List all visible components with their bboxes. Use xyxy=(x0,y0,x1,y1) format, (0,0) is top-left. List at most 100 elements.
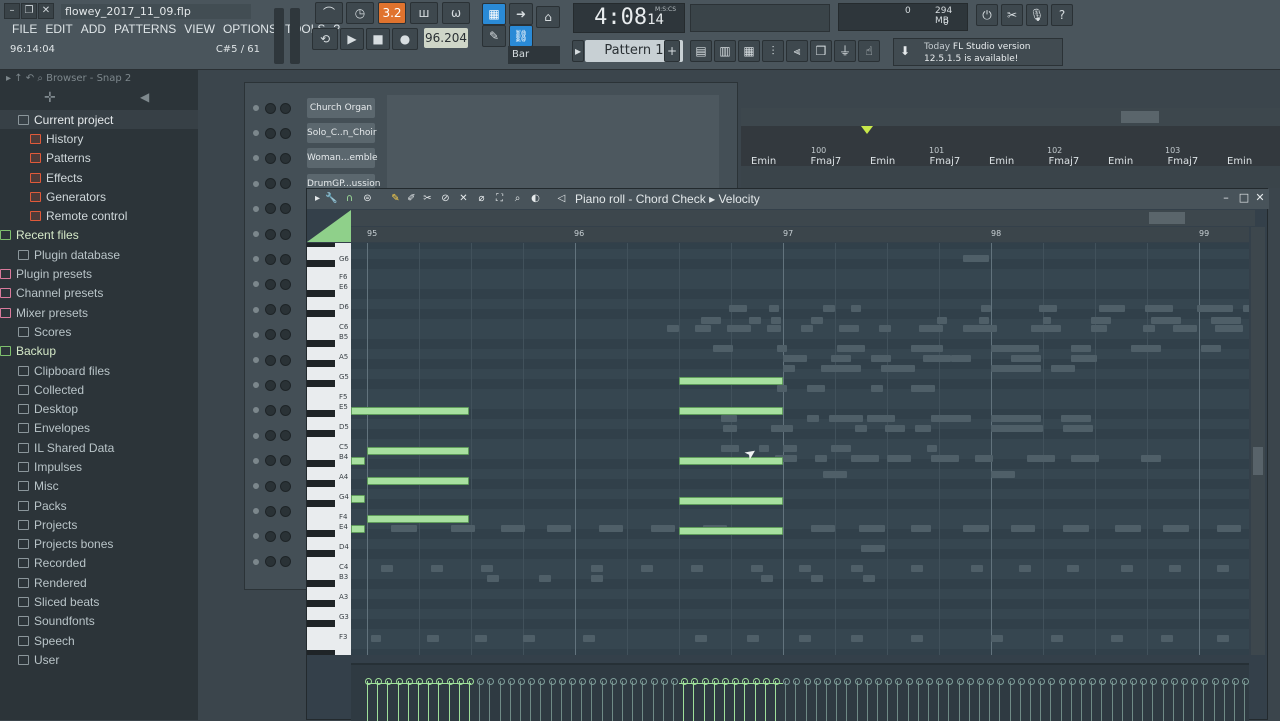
note[interactable] xyxy=(351,525,365,533)
velocity-handle[interactable] xyxy=(538,678,546,721)
piano-roll-titlebar[interactable]: ▸ 🔧 ∩ ⊜ ✎ ✐ ✂ ⊘ ✕ ⌀ ⛶ ⌕ ◐ ◁ Piano roll -… xyxy=(307,189,1269,209)
channel-led[interactable] xyxy=(253,306,259,313)
channel-led[interactable] xyxy=(253,130,259,137)
velocity-handle[interactable] xyxy=(1201,678,1209,721)
browser-item-rendered[interactable]: Rendered xyxy=(0,573,198,592)
velocity-handle[interactable] xyxy=(528,678,536,721)
channel-volume-knob[interactable] xyxy=(280,329,291,341)
channel-led[interactable] xyxy=(253,105,259,111)
metronome-button[interactable]: ⌒ xyxy=(315,2,343,24)
channel-led[interactable] xyxy=(253,483,259,489)
channel-pan-knob[interactable] xyxy=(265,505,276,517)
channel-led[interactable] xyxy=(253,407,259,414)
note-grid[interactable] xyxy=(351,243,1249,655)
mute-speaker-icon[interactable]: ✕ xyxy=(457,192,470,205)
snap-selector[interactable]: Bar xyxy=(508,46,560,64)
velocity-handle[interactable] xyxy=(834,678,842,721)
channel-led[interactable] xyxy=(253,508,259,515)
velocity-handle[interactable] xyxy=(620,678,627,721)
pr-horizontal-scrollbar[interactable] xyxy=(351,210,1255,226)
browser-item-plugin-database[interactable]: Plugin database xyxy=(0,245,198,264)
black-key[interactable] xyxy=(307,480,335,487)
velocity-handle[interactable] xyxy=(405,678,413,721)
velocity-handle[interactable] xyxy=(589,678,597,721)
browser-item-recent-files[interactable]: Recent files xyxy=(0,226,198,245)
restore-icon[interactable]: ❐ xyxy=(21,3,37,19)
channel-volume-knob[interactable] xyxy=(280,203,291,215)
velocity-handle[interactable] xyxy=(1119,678,1127,721)
velocity-handle[interactable] xyxy=(456,678,464,721)
menu-arrow-icon[interactable]: ▸ xyxy=(311,192,324,205)
browser-item-plugin-presets[interactable]: Plugin presets xyxy=(0,264,198,283)
stop-icon[interactable]: ■ xyxy=(366,28,390,50)
velocity-handle[interactable] xyxy=(915,678,923,721)
black-key[interactable] xyxy=(307,340,335,347)
velocity-handle[interactable] xyxy=(467,678,474,721)
browser-item-patterns[interactable]: Patterns xyxy=(0,149,198,168)
project-browser-icon[interactable]: ❒ xyxy=(810,40,832,62)
velocity-handle[interactable] xyxy=(1181,678,1188,721)
browser-item-projects[interactable]: Projects xyxy=(0,515,198,534)
black-key[interactable] xyxy=(307,310,335,317)
velocity-handle[interactable] xyxy=(569,678,576,721)
velocity-handle[interactable] xyxy=(946,678,954,721)
channel-row[interactable] xyxy=(253,374,295,396)
pattern-prev-button[interactable]: ▸ xyxy=(572,40,584,62)
channel-volume-knob[interactable] xyxy=(280,228,291,240)
velocity-handle[interactable] xyxy=(1007,678,1015,721)
channel-pan-knob[interactable] xyxy=(265,152,276,164)
note[interactable] xyxy=(367,447,469,455)
black-key[interactable] xyxy=(307,580,335,587)
velocity-handle[interactable] xyxy=(936,678,944,721)
channel-pan-knob[interactable] xyxy=(265,404,276,416)
channel-volume-knob[interactable] xyxy=(280,530,291,542)
play-icon[interactable]: ▶ xyxy=(340,28,364,50)
black-key[interactable] xyxy=(307,410,335,417)
velocity-handle[interactable] xyxy=(518,678,525,721)
channel-led[interactable] xyxy=(253,558,259,565)
browser-item-envelopes[interactable]: Envelopes xyxy=(0,419,198,438)
channel-volume-knob[interactable] xyxy=(280,278,291,290)
velocity-handle[interactable] xyxy=(1109,678,1117,721)
velocity-handle[interactable] xyxy=(1017,678,1025,721)
velocity-handle[interactable] xyxy=(1211,678,1219,721)
velocity-handle[interactable] xyxy=(854,678,862,721)
browser-item-collected[interactable]: Collected xyxy=(0,380,198,399)
channel-pan-knob[interactable] xyxy=(265,556,276,568)
channel-name-button[interactable]: Solo_C..n_Choir xyxy=(307,123,377,144)
zoom-icon[interactable]: ⌕ xyxy=(511,192,524,205)
speaker-icon[interactable]: ◀ xyxy=(140,90,149,104)
browser-item-channel-presets[interactable]: Channel presets xyxy=(0,284,198,303)
channel-pan-knob[interactable] xyxy=(265,228,276,240)
channel-volume-knob[interactable] xyxy=(280,430,291,442)
note[interactable] xyxy=(679,377,783,385)
speaker-icon[interactable]: ◁ xyxy=(555,192,568,205)
velocity-handle[interactable] xyxy=(1160,678,1168,721)
velocity-handle[interactable] xyxy=(875,678,882,721)
browser-item-speech[interactable]: Speech xyxy=(0,631,198,650)
channel-pan-knob[interactable] xyxy=(265,203,276,215)
velocity-handle[interactable] xyxy=(711,678,719,721)
browser-item-current-project[interactable]: Current project xyxy=(0,110,198,130)
note[interactable] xyxy=(351,495,365,503)
loop-record-button[interactable]: ω xyxy=(442,2,470,24)
playhead-marker[interactable] xyxy=(861,126,873,134)
velocity-handle[interactable] xyxy=(783,678,791,721)
pr-scroll-thumb[interactable] xyxy=(1149,212,1185,224)
velocity-handle[interactable] xyxy=(1140,678,1148,721)
channel-pan-knob[interactable] xyxy=(265,127,276,139)
browser-nav-icons[interactable]: ▸ ↑ ↶ ⌕ xyxy=(6,73,46,84)
channel-pan-knob[interactable] xyxy=(265,354,276,366)
channel-volume-knob[interactable] xyxy=(280,379,291,391)
channel-row[interactable] xyxy=(253,450,295,472)
black-key[interactable] xyxy=(307,600,335,607)
countdown-button[interactable]: 3.2 xyxy=(378,2,406,24)
channel-pan-knob[interactable] xyxy=(265,304,276,316)
channel-volume-knob[interactable] xyxy=(280,505,291,517)
channel-volume-knob[interactable] xyxy=(280,127,291,139)
playlist-chord-marker[interactable]: Fmaj7 xyxy=(811,156,842,167)
wrench-icon[interactable]: 🔧 xyxy=(325,192,338,205)
black-key[interactable] xyxy=(307,650,335,655)
playlist-chord-marker[interactable]: Emin xyxy=(1108,156,1133,167)
tools-icon[interactable]: ✂ xyxy=(1001,4,1023,26)
